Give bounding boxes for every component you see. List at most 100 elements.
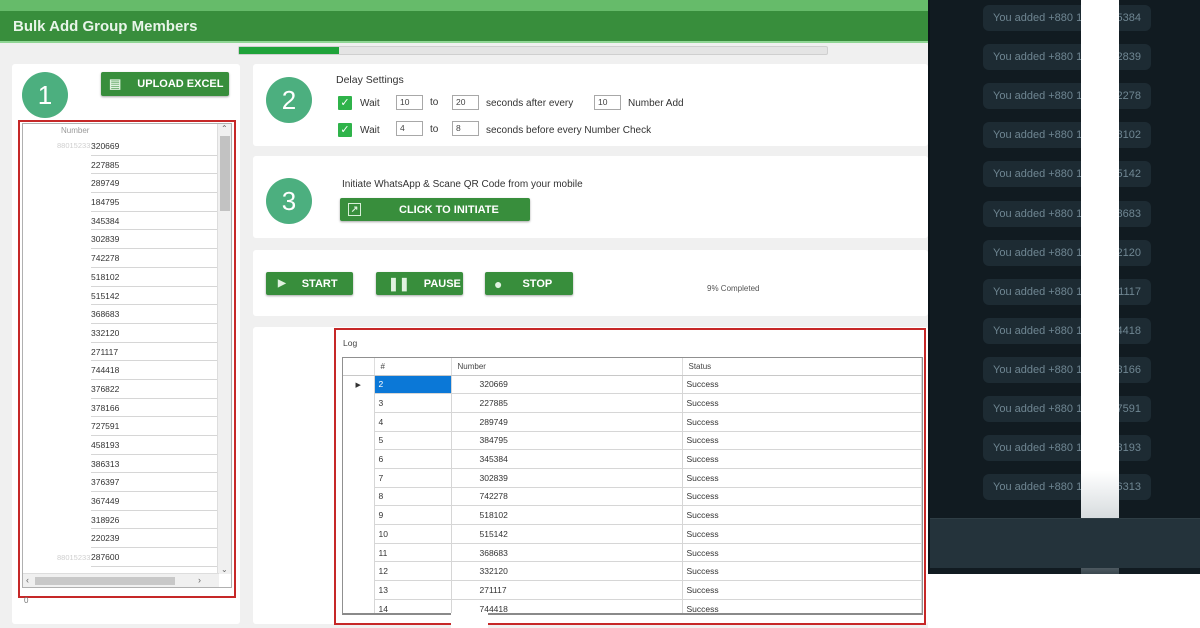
add-delay-min-input[interactable]: 10 bbox=[396, 95, 423, 110]
number-list-item[interactable]: 271117 bbox=[91, 343, 217, 362]
log-cell-number[interactable]: 289749 bbox=[451, 412, 683, 432]
log-cell-number[interactable]: 227885 bbox=[451, 393, 683, 413]
number-list-item[interactable]: 386313 bbox=[91, 455, 217, 474]
log-row[interactable]: 9 518102 Success bbox=[343, 505, 922, 525]
log-cell-id[interactable]: 5 bbox=[374, 431, 452, 451]
log-col-id[interactable]: # bbox=[374, 358, 452, 376]
row-header[interactable] bbox=[343, 524, 375, 544]
current-row-indicator-icon[interactable]: ▶ bbox=[343, 375, 375, 394]
log-row[interactable]: 11 368683 Success bbox=[343, 543, 922, 563]
number-list-item[interactable]: 367449 bbox=[91, 492, 217, 511]
log-row[interactable]: 4 289749 Success bbox=[343, 412, 922, 432]
log-cell-status[interactable]: Success bbox=[682, 599, 922, 613]
log-cell-number[interactable]: 302839 bbox=[451, 468, 683, 488]
log-row[interactable]: 3 227885 Success bbox=[343, 393, 922, 413]
add-every-input[interactable]: 10 bbox=[594, 95, 621, 110]
number-list-item[interactable]: 376822 bbox=[91, 380, 217, 399]
stop-button[interactable]: ● STOP bbox=[485, 272, 573, 295]
click-to-initiate-button[interactable]: ↗ CLICK TO INITIATE bbox=[340, 198, 530, 221]
log-cell-status[interactable]: Success bbox=[682, 524, 922, 544]
log-cell-id[interactable]: 10 bbox=[374, 524, 452, 544]
log-cell-status[interactable]: Success bbox=[682, 393, 922, 413]
log-cell-number[interactable]: 368683 bbox=[451, 543, 683, 563]
number-list-item[interactable]: 302839 bbox=[91, 230, 217, 250]
scroll-left-icon[interactable]: ‹ bbox=[26, 575, 29, 585]
log-cell-id[interactable]: 4 bbox=[374, 412, 452, 432]
log-row[interactable]: 8 742278 Success bbox=[343, 487, 922, 507]
hscroll-thumb[interactable] bbox=[35, 577, 175, 585]
log-row[interactable]: 6 345384 Success bbox=[343, 449, 922, 469]
check-delay-max-input[interactable]: 8 bbox=[452, 121, 479, 136]
log-col-number[interactable]: Number bbox=[451, 358, 683, 376]
log-cell-id[interactable]: 13 bbox=[374, 580, 452, 600]
log-row[interactable]: 7 302839 Success bbox=[343, 468, 922, 488]
number-list-item[interactable]: 727591 bbox=[91, 417, 217, 436]
row-header[interactable] bbox=[343, 561, 375, 581]
number-list-item[interactable]: 378166 bbox=[91, 399, 217, 418]
scroll-right-icon[interactable]: › bbox=[198, 575, 201, 585]
number-list-item[interactable]: 320669 bbox=[91, 137, 217, 156]
log-cell-number[interactable]: 515142 bbox=[451, 524, 683, 544]
log-row[interactable]: 14 744418 Success bbox=[343, 599, 922, 613]
log-cell-id[interactable]: 12 bbox=[374, 561, 452, 582]
log-cell-id[interactable]: 3 bbox=[374, 393, 452, 413]
log-row[interactable]: ▶ 2 320669 Success bbox=[343, 375, 922, 395]
log-cell-status[interactable]: Success bbox=[682, 375, 922, 395]
number-list-item[interactable]: 458193 bbox=[91, 436, 217, 455]
row-header[interactable] bbox=[343, 449, 375, 469]
log-cell-status[interactable]: Success bbox=[682, 449, 922, 469]
log-cell-id[interactable]: 8 bbox=[374, 487, 452, 507]
number-list-item[interactable]: 318926 bbox=[91, 511, 217, 530]
number-column-header[interactable]: Number bbox=[61, 126, 89, 135]
row-header[interactable] bbox=[343, 505, 375, 525]
delay-check-checkbox[interactable]: ✓ bbox=[338, 123, 352, 137]
number-list-item[interactable]: 368683 bbox=[91, 305, 217, 324]
log-row[interactable]: 12 332120 Success bbox=[343, 561, 922, 582]
scroll-thumb[interactable] bbox=[220, 136, 230, 211]
log-cell-status[interactable]: Success bbox=[682, 561, 922, 582]
number-list-item[interactable]: 376397 bbox=[91, 473, 217, 493]
log-cell-number[interactable]: 742278 bbox=[451, 487, 683, 507]
number-list-item[interactable]: 289749 bbox=[91, 174, 217, 194]
row-header[interactable] bbox=[343, 580, 375, 600]
log-cell-number[interactable]: 332120 bbox=[451, 561, 683, 582]
number-list-item[interactable]: 227885 bbox=[91, 156, 217, 175]
vertical-scrollbar[interactable]: ⌃ ⌄ bbox=[217, 124, 231, 574]
upload-excel-button[interactable]: ▤ UPLOAD EXCEL bbox=[101, 72, 229, 96]
log-cell-status[interactable]: Success bbox=[682, 580, 922, 600]
log-cell-id[interactable]: 7 bbox=[374, 468, 452, 488]
log-cell-number[interactable]: 345384 bbox=[451, 449, 683, 469]
log-cell-id[interactable]: 9 bbox=[374, 505, 452, 525]
number-list-item[interactable]: 220239 bbox=[91, 529, 217, 549]
check-delay-min-input[interactable]: 4 bbox=[396, 121, 423, 136]
log-cell-id[interactable]: 6 bbox=[374, 449, 452, 469]
log-cell-number[interactable]: 320669 bbox=[451, 375, 683, 395]
log-grid[interactable]: # Number Status ▶ 2 320669 Success 3 227885 Su… bbox=[342, 357, 923, 615]
number-list-item[interactable]: 515142 bbox=[91, 287, 217, 306]
log-cell-number[interactable]: 384795 bbox=[451, 431, 683, 451]
horizontal-scrollbar[interactable]: ‹ › bbox=[23, 573, 219, 587]
number-list-grid[interactable]: Number 88015233 88015233 320669 227885 289… bbox=[22, 123, 232, 588]
log-row[interactable]: 5 384795 Success bbox=[343, 431, 922, 451]
start-button[interactable]: ▶ START bbox=[266, 272, 353, 295]
number-list-item[interactable]: 332120 bbox=[91, 324, 217, 343]
row-header[interactable] bbox=[343, 487, 375, 506]
number-list-item[interactable]: 287600 bbox=[91, 548, 217, 567]
log-cell-id[interactable]: 14 bbox=[374, 599, 452, 613]
row-header[interactable] bbox=[343, 431, 375, 450]
row-header[interactable] bbox=[343, 393, 375, 413]
log-col-status[interactable]: Status bbox=[682, 358, 922, 376]
log-cell-status[interactable]: Success bbox=[682, 412, 922, 432]
scroll-down-icon[interactable]: ⌄ bbox=[221, 565, 228, 574]
row-header[interactable] bbox=[343, 468, 375, 488]
row-header[interactable] bbox=[343, 543, 375, 562]
log-cell-id[interactable]: 2 bbox=[374, 375, 452, 395]
log-row[interactable]: 13 271117 Success bbox=[343, 580, 922, 600]
log-row[interactable]: 10 515142 Success bbox=[343, 524, 922, 544]
row-header[interactable] bbox=[343, 599, 375, 613]
number-list-item[interactable]: 518102 bbox=[91, 268, 217, 287]
add-delay-max-input[interactable]: 20 bbox=[452, 95, 479, 110]
log-cell-number[interactable]: 271117 bbox=[451, 580, 683, 600]
delay-add-checkbox[interactable]: ✓ bbox=[338, 96, 352, 110]
log-cell-status[interactable]: Success bbox=[682, 543, 922, 563]
